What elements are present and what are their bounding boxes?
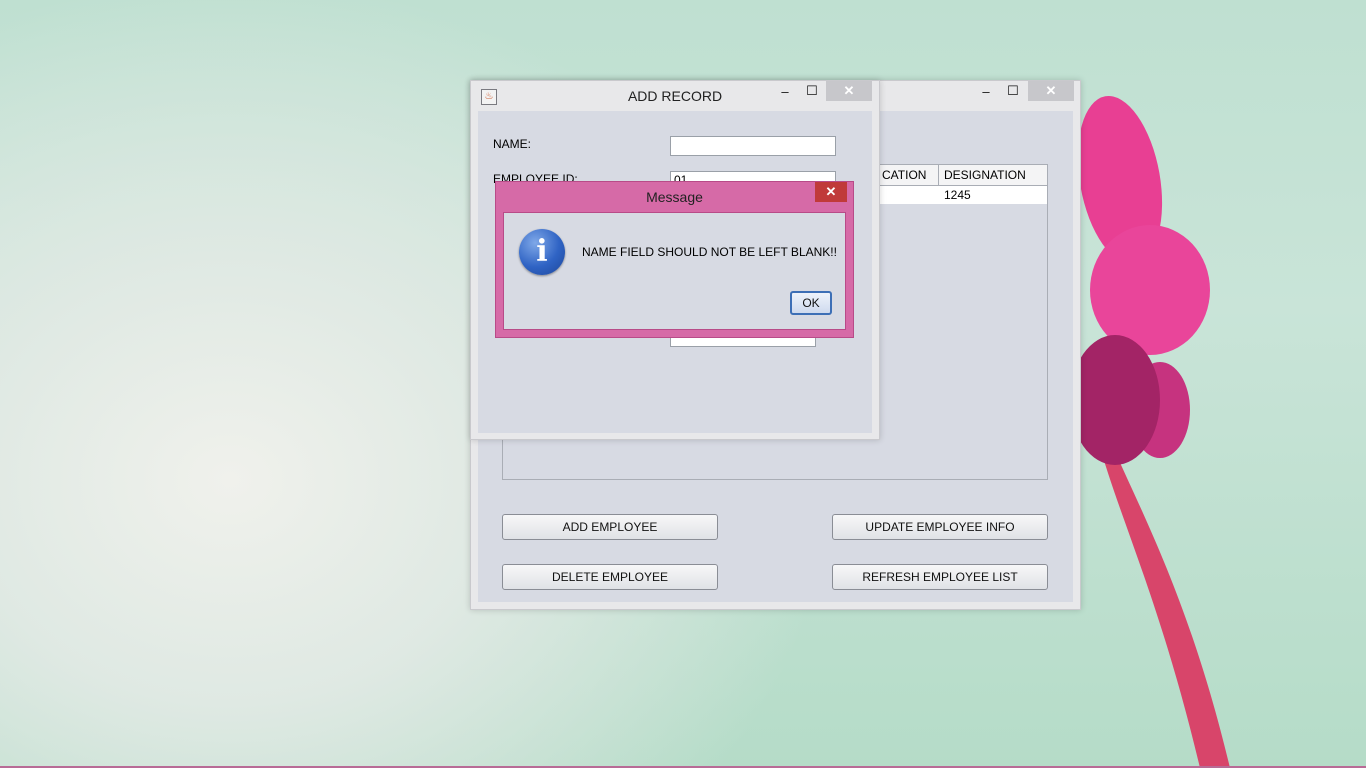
main-maximize-button[interactable]: ☐ [1000,81,1026,101]
add-record-minimize-button[interactable]: – [772,81,798,101]
add-record-maximize-button[interactable]: ☐ [799,81,825,101]
main-minimize-button[interactable]: – [973,81,999,101]
message-title: Message [646,189,703,205]
ok-button[interactable]: OK [790,291,832,315]
name-input[interactable] [670,136,836,156]
info-icon: i [519,229,565,275]
update-employee-info-button[interactable]: UPDATE EMPLOYEE INFO [832,514,1048,540]
refresh-employee-list-button[interactable]: REFRESH EMPLOYEE LIST [832,564,1048,590]
table-cell-designation[interactable]: 1245 [939,186,1047,204]
table-header-cation[interactable]: CATION [877,165,939,186]
delete-employee-button[interactable]: DELETE EMPLOYEE [502,564,718,590]
message-content: i NAME FIELD SHOULD NOT BE LEFT BLANK!! … [503,212,846,330]
name-label: NAME: [493,137,532,151]
message-close-button[interactable]: ✕ [815,182,847,202]
add-record-titlebar: ♨ ADD RECORD – ☐ ✕ [471,81,879,111]
add-employee-button[interactable]: ADD EMPLOYEE [502,514,718,540]
message-dialog: Message ✕ i NAME FIELD SHOULD NOT BE LEF… [495,181,854,338]
main-close-button[interactable]: ✕ [1028,81,1074,101]
add-record-close-button[interactable]: ✕ [826,81,872,101]
message-text: NAME FIELD SHOULD NOT BE LEFT BLANK!! [582,245,837,259]
table-header-designation[interactable]: DESIGNATION [939,165,1047,186]
table-cell-cation[interactable] [877,186,939,204]
